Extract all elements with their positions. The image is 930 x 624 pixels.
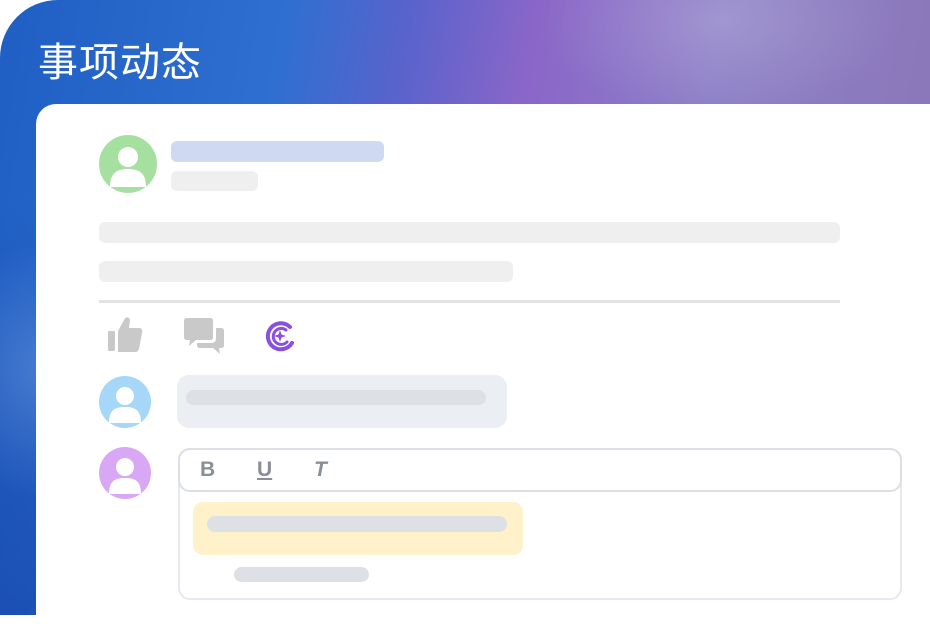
user-avatar-icon: [109, 458, 141, 494]
underline-button[interactable]: U: [257, 456, 272, 484]
bold-button[interactable]: B: [200, 456, 215, 484]
divider: [99, 300, 840, 303]
editor-toolbar: B U T: [178, 448, 902, 492]
thumbs-up-icon: [108, 317, 143, 352]
chat-bubbles-icon: [184, 318, 224, 354]
like-button[interactable]: [106, 314, 144, 354]
user-avatar-icon: [109, 387, 141, 423]
post-text-line-2: [99, 261, 513, 282]
ai-sparkle-icon: [265, 321, 294, 352]
post-text-line-1: [99, 222, 840, 243]
post-author-avatar[interactable]: [99, 135, 157, 193]
current-user-avatar: [99, 447, 151, 499]
commenter-avatar[interactable]: [99, 376, 151, 428]
highlighted-text-placeholder: [207, 516, 507, 532]
comment-button[interactable]: [182, 317, 226, 357]
user-avatar-icon: [110, 147, 146, 187]
page-title: 事项动态: [38, 40, 202, 86]
post-timestamp-placeholder: [171, 171, 258, 191]
editor-text-placeholder: [234, 567, 369, 582]
italic-button[interactable]: T: [314, 456, 327, 484]
activity-card: B U T: [36, 104, 930, 624]
highlighted-text-block: [193, 502, 523, 555]
post-author-name-placeholder: [171, 141, 384, 162]
comment-bubble: [177, 375, 507, 428]
comment-text-placeholder: [186, 390, 486, 405]
ai-assist-button[interactable]: [263, 319, 297, 353]
